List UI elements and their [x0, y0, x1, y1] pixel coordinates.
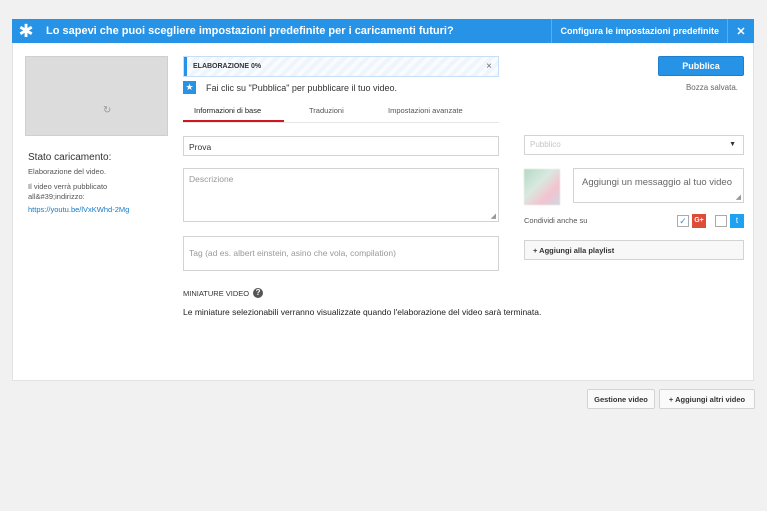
- tab-bar: Informazioni di base Traduzioni Impostaz…: [183, 101, 499, 123]
- active-tab-indicator: [183, 120, 284, 122]
- cancel-upload-icon[interactable]: ×: [480, 61, 498, 72]
- description-textarea[interactable]: Descrizione ◢: [183, 168, 499, 222]
- chevron-down-icon: ▼: [729, 141, 736, 148]
- close-banner-icon[interactable]: ✕: [728, 25, 754, 38]
- tips-banner: ✱ Lo sapevi che puoi scegliere impostazi…: [12, 19, 754, 43]
- tab-translations[interactable]: Traduzioni: [309, 106, 344, 115]
- title-input[interactable]: Prova: [183, 136, 499, 156]
- video-thumbnail-placeholder: ↻: [25, 56, 168, 136]
- share-label: Condividi anche su: [524, 216, 588, 225]
- tab-advanced-settings[interactable]: Impostazioni avanzate: [388, 106, 463, 115]
- share-message-placeholder: Aggiungi un messaggio al tuo video: [582, 177, 732, 188]
- thumbnails-section-title: MINIATURE VIDEO ?: [183, 288, 264, 298]
- thumbnails-title-text: MINIATURE VIDEO: [183, 288, 250, 298]
- resize-handle-icon[interactable]: ◢: [736, 193, 741, 201]
- video-manager-button[interactable]: Gestione video: [587, 389, 655, 409]
- configure-defaults-button[interactable]: Configura le impostazioni predefinite: [551, 19, 728, 43]
- publish-hint: ★ Fai clic su "Pubblica" per pubblicare …: [183, 81, 397, 94]
- add-more-videos-button[interactable]: + Aggiungi altri video: [659, 389, 755, 409]
- star-icon: ✱: [18, 21, 34, 41]
- video-url-link[interactable]: https://youtu.be/lVxKWhd-2Mg: [28, 205, 129, 214]
- processing-progress-bar: ELABORAZIONE 0% ×: [183, 56, 499, 77]
- tags-placeholder: Tag (ad es. albert einstein, asino che v…: [189, 248, 396, 258]
- google-plus-icon: G+: [692, 214, 706, 228]
- upload-card: ↻ Stato caricamento: Elaborazione del vi…: [12, 43, 754, 381]
- twitter-share-checkbox[interactable]: [715, 215, 727, 227]
- gplus-share-checkbox[interactable]: ✓: [677, 215, 689, 227]
- add-to-playlist-button[interactable]: + Aggiungi alla playlist: [524, 240, 744, 260]
- upload-status-publish-line2: all&#39;indirizzo:: [28, 192, 85, 201]
- avatar: [524, 169, 560, 205]
- description-placeholder: Descrizione: [189, 174, 234, 184]
- banner-message: Lo sapevi che puoi scegliere impostazion…: [46, 25, 454, 37]
- upload-status-publish-line1: Il video verrà pubblicato: [28, 182, 108, 191]
- publish-button[interactable]: Pubblica: [658, 56, 744, 76]
- loading-spinner-icon: ↻: [103, 105, 112, 116]
- privacy-select[interactable]: Pubblico ▼: [524, 135, 744, 155]
- publish-hint-text: Fai clic su "Pubblica" per pubblicare il…: [206, 82, 397, 93]
- help-icon[interactable]: ?: [253, 288, 264, 298]
- twitter-icon: t: [730, 214, 744, 228]
- upload-status-processing: Elaborazione del video.: [28, 167, 106, 176]
- progress-label: ELABORAZIONE 0%: [193, 63, 262, 70]
- share-message-textarea[interactable]: Aggiungi un messaggio al tuo video ◢: [573, 168, 744, 203]
- draft-saved-status: Bozza salvata.: [685, 83, 738, 92]
- upload-status-title: Stato caricamento:: [28, 152, 112, 163]
- tags-input[interactable]: Tag (ad es. albert einstein, asino che v…: [183, 236, 499, 271]
- star-icon: ★: [183, 81, 196, 94]
- tab-basic-info[interactable]: Informazioni di base: [194, 106, 261, 115]
- privacy-value: Pubblico: [530, 140, 561, 149]
- resize-handle-icon[interactable]: ◢: [491, 212, 496, 220]
- share-targets: ✓ G+ t: [677, 214, 744, 228]
- thumbnails-description: Le miniature selezionabili verranno visu…: [183, 307, 542, 317]
